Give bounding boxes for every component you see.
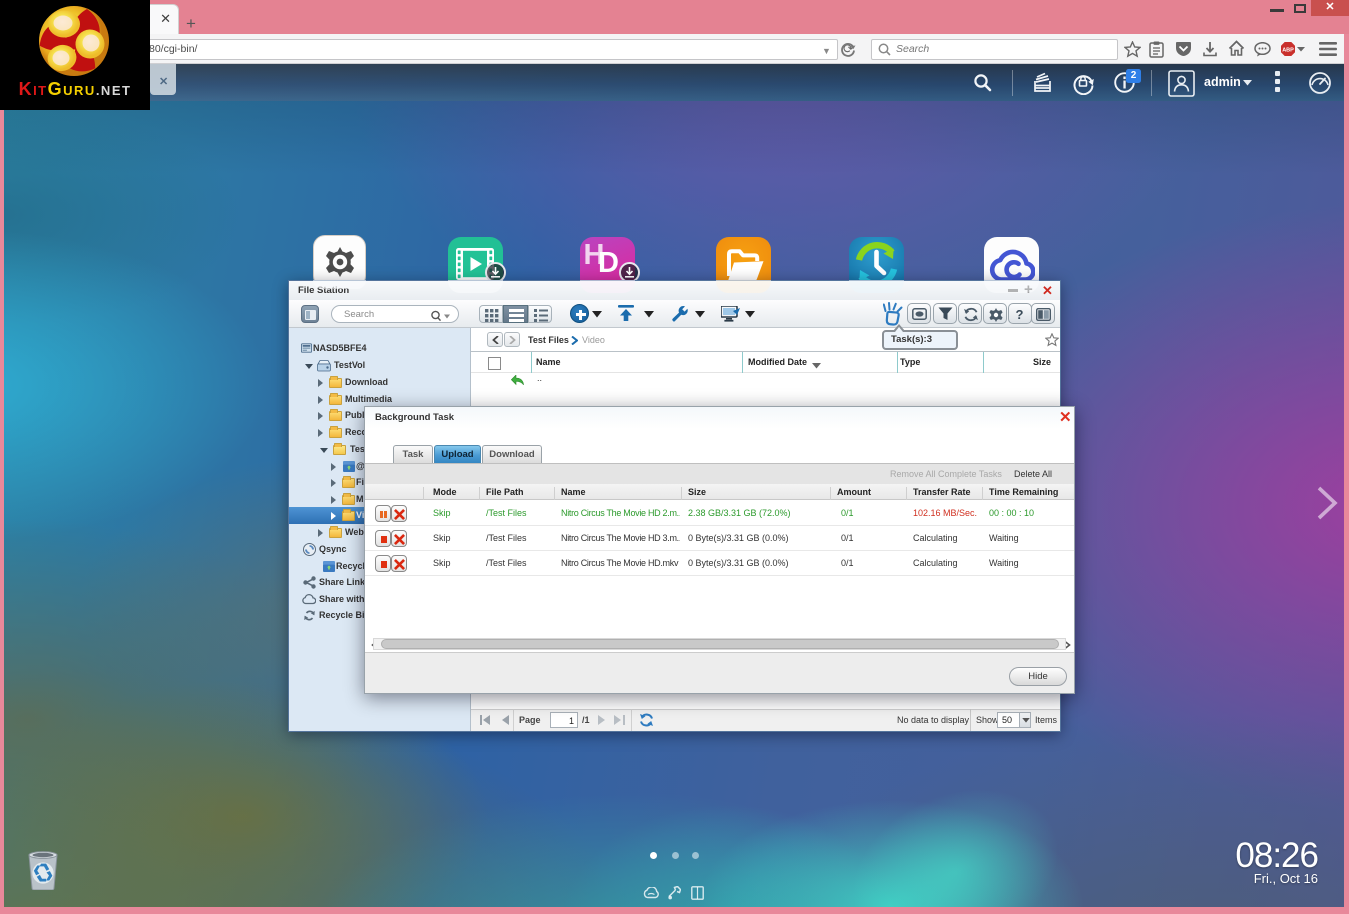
svg-text:ABP: ABP — [1282, 48, 1294, 54]
